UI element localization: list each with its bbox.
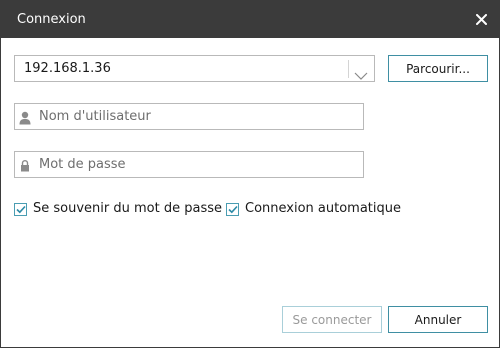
remember-password-label: Se souvenir du mot de passe: [33, 201, 222, 216]
combo-divider: [348, 60, 349, 78]
username-field[interactable]: Nom d'utilisateur: [14, 103, 364, 130]
browse-button[interactable]: Parcourir...: [388, 55, 488, 82]
remember-password-checkbox[interactable]: Se souvenir du mot de passe: [14, 201, 222, 217]
remember-checkbox-box[interactable]: [14, 202, 27, 216]
server-combobox[interactable]: 192.168.1.36: [14, 55, 375, 82]
auto-checkbox-box[interactable]: [226, 202, 239, 216]
password-field[interactable]: Mot de passe: [14, 151, 364, 178]
connect-button[interactable]: Se connecter: [282, 306, 382, 333]
lock-icon: [19, 158, 31, 172]
auto-connect-label: Connexion automatique: [245, 201, 401, 216]
close-icon[interactable]: [469, 7, 493, 31]
title-bar: Connexion: [1, 1, 499, 38]
connection-dialog: Connexion 192.168.1.36 Parcourir... Nom …: [0, 0, 500, 348]
username-placeholder: Nom d'utilisateur: [39, 109, 151, 124]
server-address-value: 192.168.1.36: [24, 61, 111, 76]
chevron-down-icon[interactable]: [354, 65, 368, 84]
password-placeholder: Mot de passe: [39, 157, 126, 172]
cancel-button[interactable]: Annuler: [388, 306, 488, 333]
dialog-title: Connexion: [17, 12, 86, 27]
auto-connect-checkbox[interactable]: Connexion automatique: [226, 201, 401, 217]
user-icon: [19, 110, 31, 125]
